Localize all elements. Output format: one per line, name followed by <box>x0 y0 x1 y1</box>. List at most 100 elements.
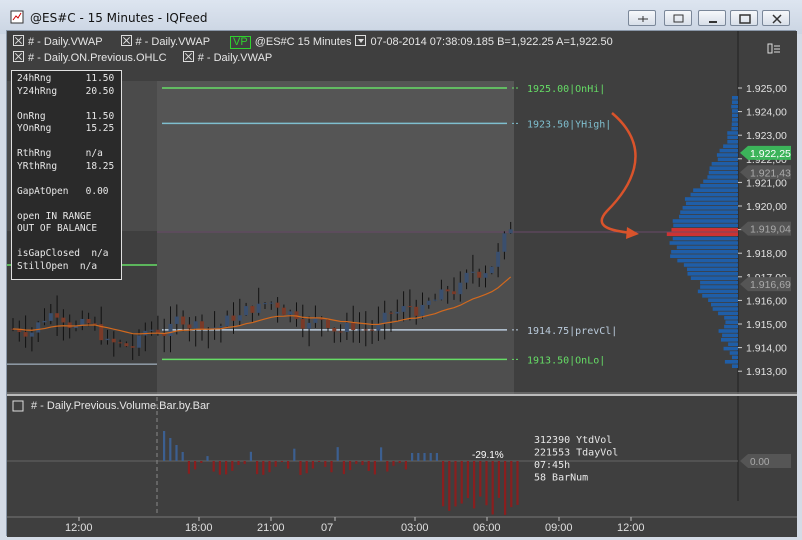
volume-profile-bar <box>702 294 738 298</box>
volume-bar <box>460 461 463 504</box>
volume-bar <box>373 461 376 475</box>
volume-bar <box>324 461 327 467</box>
remove-study-icon[interactable] <box>13 35 24 46</box>
chart-frame: 1925.00|OnHi| 1923.50|YHigh| 1914.75|prevC… <box>6 30 797 537</box>
info-row: Y24hRng 20.50 <box>17 85 115 97</box>
candle-body <box>263 303 267 305</box>
menu-icon[interactable] <box>767 43 781 55</box>
level-label-yhigh: 1923.50|YHigh| <box>527 119 611 130</box>
candle-body <box>344 322 349 333</box>
app-icon <box>10 10 24 24</box>
volume-profile-bar <box>682 206 738 210</box>
volume-profile-bar <box>732 364 738 368</box>
candle-body <box>55 313 60 318</box>
candle-body <box>382 312 387 324</box>
volume-bar <box>504 461 507 515</box>
candle-body <box>414 306 419 316</box>
info-row: YRthRng 18.25 <box>17 160 115 172</box>
volume-bar <box>442 461 445 507</box>
remove-study-icon[interactable] <box>13 51 24 62</box>
volume-profile-bar <box>687 267 738 272</box>
info-row: OUT OF BALANCE <box>17 223 98 234</box>
candle-body <box>332 328 337 332</box>
info-row: open IN RANGE <box>17 210 92 222</box>
volume-panel-title: # - Daily.Previous.Volume.Bar.by.Bar <box>31 400 210 412</box>
candle-body <box>23 332 28 337</box>
candle-body <box>29 332 34 337</box>
volume-stat: 312390 YtdVol <box>534 435 612 446</box>
candle-body <box>407 306 412 308</box>
volume-profile-bar <box>697 289 738 294</box>
candle-body <box>36 322 41 333</box>
session-shade-upper <box>157 81 514 231</box>
ask-label: A=1,922.50 <box>556 36 613 48</box>
candle-body <box>256 303 261 313</box>
volume-profile-bar <box>707 175 738 179</box>
volume-bar <box>485 461 488 506</box>
volume-profile-bar <box>673 223 738 228</box>
time-label: 07:38:09.185 <box>429 36 495 48</box>
time-tick-label: 12:00 <box>65 522 93 534</box>
candle-body <box>502 233 507 252</box>
dock-button[interactable] <box>628 10 656 26</box>
candle-body <box>193 321 198 329</box>
volume-profile-bar <box>676 245 738 250</box>
volume-profile-bar <box>731 126 738 131</box>
candle-body <box>187 324 192 329</box>
info-row: StillOpen n/a <box>17 260 98 272</box>
volume-bar <box>516 461 519 505</box>
candle-body <box>269 302 274 304</box>
volume-profile-bar <box>716 153 738 157</box>
time-tick-label: 09:00 <box>545 522 573 534</box>
price-marker-label: 1.922,25 <box>750 148 791 160</box>
volume-profile-bar <box>670 254 738 258</box>
volume-profile-bar <box>727 131 738 135</box>
volume-profile-bar <box>719 148 738 153</box>
volume-profile-bar <box>690 192 738 197</box>
candle-body <box>496 251 501 267</box>
minimize-button[interactable] <box>698 10 726 26</box>
candle-body <box>433 299 438 301</box>
info-row <box>17 98 116 111</box>
info-row: isGapClosed n/a <box>17 248 109 259</box>
volume-profile-bar <box>721 338 738 342</box>
candle-body <box>395 311 400 314</box>
volume-profile-bar <box>723 346 738 351</box>
vp-badge[interactable]: VP <box>230 36 251 49</box>
maximize-button[interactable] <box>730 10 758 26</box>
price-tick-label: 1.918,00 <box>746 248 787 260</box>
symbol-dropdown-icon[interactable] <box>355 35 367 46</box>
candle-body <box>174 316 179 324</box>
candle-body <box>452 291 456 295</box>
candle-body <box>124 343 129 347</box>
candle-body <box>237 315 242 321</box>
volume-profile-bar <box>727 140 738 144</box>
volume-bar <box>398 461 401 464</box>
panel-divider-bar <box>7 394 797 396</box>
volume-profile-bar <box>727 135 738 140</box>
volume-profile-bar <box>718 329 738 333</box>
volume-bar <box>237 461 240 465</box>
chart-canvas[interactable]: 1925.00|OnHi| 1923.50|YHigh| 1914.75|prevC… <box>7 31 797 537</box>
study-label: # - Daily.VWAP <box>28 36 103 48</box>
volume-bar <box>163 431 166 461</box>
remove-study-icon[interactable] <box>120 35 132 46</box>
detach-button[interactable] <box>664 10 692 26</box>
volume-profile-bar <box>717 157 738 162</box>
remove-study-icon[interactable] <box>182 51 194 62</box>
candle-body <box>445 289 450 292</box>
volume-pct-label: -29.1% <box>472 450 504 461</box>
candle-body <box>357 329 362 331</box>
close-button[interactable] <box>762 10 790 26</box>
volume-bar <box>194 461 197 470</box>
price-tick-label: 1.924,00 <box>746 107 787 119</box>
candle-body <box>118 342 123 344</box>
volume-bar <box>212 461 215 472</box>
candle-body <box>508 229 513 234</box>
volume-bar <box>262 461 265 475</box>
volume-bar <box>386 461 389 472</box>
level-label-prevcl: 1914.75|prevCl| <box>527 326 617 337</box>
volume-bar <box>293 448 296 461</box>
volume-bar <box>187 461 190 474</box>
volume-bar <box>367 461 370 471</box>
